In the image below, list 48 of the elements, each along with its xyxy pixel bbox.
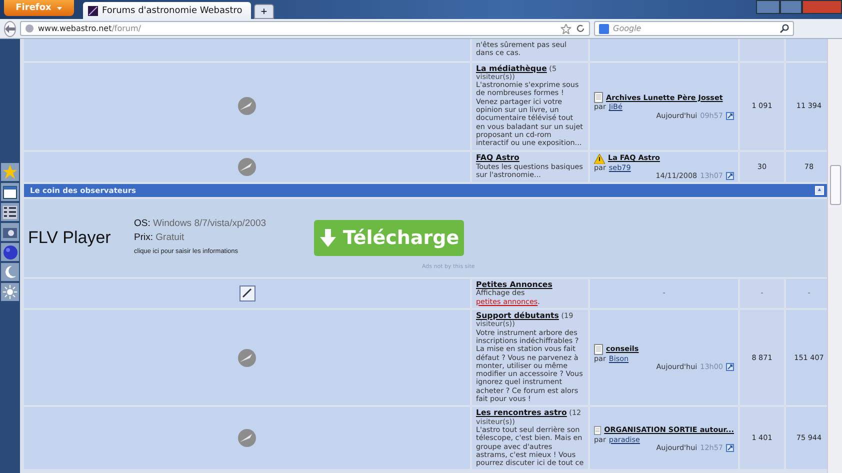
list-icon[interactable] — [3, 206, 17, 218]
search-icon[interactable] — [780, 24, 789, 33]
new-tab-button[interactable]: + — [254, 4, 274, 19]
search-engine-icon — [599, 24, 609, 34]
url-path: /forum/ — [112, 24, 141, 33]
planet-ball-icon[interactable] — [2, 244, 18, 260]
scrollbar[interactable] — [827, 39, 842, 473]
caret-icon — [57, 6, 62, 10]
back-button[interactable] — [4, 20, 16, 36]
maximize-button[interactable] — [780, 0, 802, 14]
sun-icon[interactable] — [3, 285, 17, 299]
planet-icon — [237, 96, 257, 116]
star-icon[interactable] — [3, 165, 17, 179]
planet-icon — [237, 348, 257, 368]
minimize-button[interactable] — [756, 0, 780, 14]
globe-icon — [25, 24, 34, 33]
download-icon — [318, 228, 337, 248]
back-arrow-icon — [5, 24, 15, 32]
page-icon — [594, 344, 603, 355]
site-icon — [88, 6, 98, 16]
search-field[interactable]: Google — [594, 21, 794, 36]
star-icon[interactable] — [561, 24, 571, 34]
jump-icon[interactable] — [726, 363, 734, 372]
table-cell — [786, 39, 827, 61]
jump-icon[interactable] — [726, 172, 734, 180]
price-value: Gratuit — [156, 232, 184, 243]
planet-icon — [237, 156, 257, 177]
url-host: www.webastro.net — [38, 24, 112, 33]
os-value: Windows 8/7/vista/xp/2003 — [153, 218, 266, 229]
camera-icon[interactable] — [3, 226, 17, 238]
address-bar[interactable]: www.webastro.net/forum/ — [20, 21, 590, 36]
warning-icon — [594, 154, 605, 164]
search-placeholder: Google — [613, 24, 642, 33]
page-icon — [594, 92, 603, 104]
calendar-icon[interactable] — [3, 186, 17, 198]
note-icon — [238, 285, 256, 302]
jump-icon[interactable] — [726, 112, 734, 120]
reload-icon[interactable] — [576, 24, 585, 32]
page-icon — [594, 424, 602, 436]
price-label: Prix: — [134, 232, 153, 243]
moon-icon[interactable] — [3, 265, 17, 279]
planet-icon — [237, 428, 257, 448]
tab-title: Forums d'astronomie Webastro — [102, 6, 242, 16]
jump-icon[interactable] — [726, 444, 734, 452]
browser-tab[interactable]: Forums d'astronomie Webastro — [83, 2, 251, 19]
close-button[interactable] — [802, 0, 842, 14]
table-cell — [740, 39, 784, 61]
os-label: OS: — [134, 218, 150, 229]
